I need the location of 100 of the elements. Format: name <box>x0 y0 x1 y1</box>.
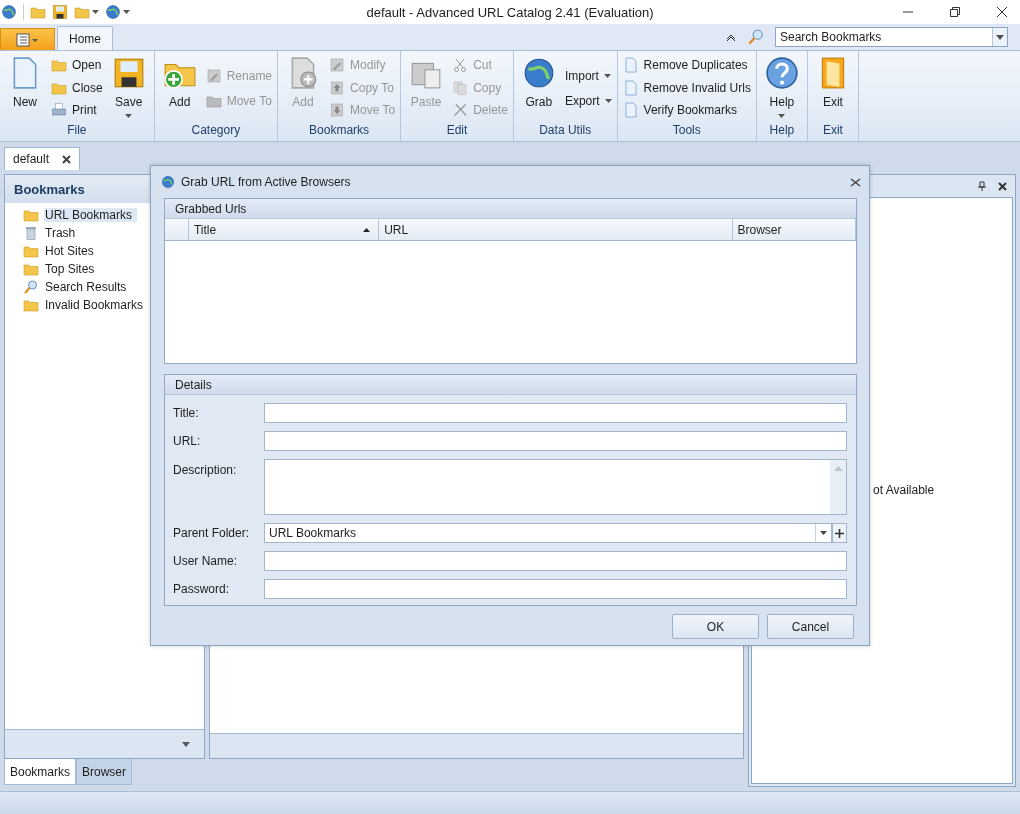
pencil-icon <box>329 57 346 73</box>
group-label: File <box>66 123 88 139</box>
column-header[interactable]: Title <box>188 219 380 240</box>
group-label: Data Utils <box>538 123 593 139</box>
magnifier-icon <box>23 279 39 295</box>
globe-icon <box>161 175 175 189</box>
caret-icon <box>603 74 611 78</box>
ribbon-button[interactable]: Verify Bookmarks <box>622 101 751 119</box>
folder-icon <box>23 297 39 313</box>
dialog-button[interactable]: Cancel <box>767 614 854 639</box>
folder-icon <box>74 4 90 20</box>
scrollbar[interactable] <box>830 460 846 514</box>
folder-icon <box>23 207 39 223</box>
floppy-icon <box>52 4 68 20</box>
ribbon-button[interactable]: Close <box>51 78 103 97</box>
folder-icon <box>23 243 39 259</box>
ribbon-button[interactable]: Open <box>51 56 103 74</box>
question-icon <box>764 56 799 90</box>
panel-tab[interactable]: Browser <box>76 759 133 785</box>
input-field[interactable] <box>264 403 847 423</box>
field-label: Description: <box>173 462 238 477</box>
ribbon-button[interactable]: Help <box>761 54 802 123</box>
tree-item[interactable]: Top Sites <box>23 260 100 278</box>
printer-icon <box>51 102 67 118</box>
group-label: Category <box>190 123 242 139</box>
collapse-ribbon-icon[interactable] <box>725 32 737 42</box>
caret-icon <box>778 114 786 118</box>
folder-icon <box>51 57 67 73</box>
magnifier-icon <box>747 28 765 46</box>
scissors-icon <box>452 57 469 73</box>
group-label: Help <box>768 123 796 139</box>
copy-icon <box>452 79 469 96</box>
caret-icon <box>125 114 133 118</box>
ribbon-button[interactable]: Remove Duplicates <box>622 56 751 74</box>
doc-icon <box>622 102 639 118</box>
preview-message: ot Available <box>873 483 935 497</box>
close-icon[interactable] <box>996 6 1008 18</box>
field-label: User Name: <box>173 554 238 568</box>
globe-icon <box>1 4 17 20</box>
tree-item[interactable]: Trash <box>23 224 81 242</box>
field-label: Parent Folder: <box>173 526 251 540</box>
field-label: Title: <box>173 406 200 420</box>
ribbon-tab[interactable]: Home <box>57 26 113 50</box>
ribbon-button[interactable]: Grab <box>518 54 559 123</box>
folder-icon <box>205 93 222 109</box>
folder-icon <box>23 261 39 277</box>
window-title: default - Advanced URL Catalog 2.41 (Evaluation) <box>366 4 654 20</box>
app-menu-button[interactable] <box>0 28 55 50</box>
arrow-up-icon <box>329 79 346 96</box>
doc-icon <box>622 57 639 73</box>
column-header[interactable]: URL <box>379 219 733 240</box>
group-header: Grabbed Urls <box>165 199 856 219</box>
group-label: Edit <box>445 123 469 139</box>
caret-icon <box>604 99 612 103</box>
dropdown-icon[interactable] <box>182 741 190 747</box>
field-label: Password: <box>173 582 231 596</box>
ribbon-button[interactable]: Remove Invalid Urls <box>622 78 751 97</box>
panel-tab[interactable]: Bookmarks <box>4 759 77 785</box>
group-label: Exit <box>821 123 844 139</box>
dropdown-icon[interactable] <box>996 34 1004 40</box>
plus-icon <box>835 528 844 538</box>
menu-icon <box>15 32 40 47</box>
column-header[interactable]: Browser <box>732 219 856 240</box>
restore-icon[interactable] <box>949 6 961 18</box>
search-combo[interactable]: Search Bookmarks <box>775 27 1008 47</box>
dropdown-icon[interactable] <box>820 531 827 535</box>
input-field[interactable] <box>264 551 847 571</box>
globe-icon <box>105 4 121 20</box>
pin-icon[interactable] <box>978 181 986 191</box>
cross-icon <box>452 102 469 118</box>
tree-item[interactable]: Hot Sites <box>23 242 99 260</box>
input-field[interactable] <box>264 579 847 599</box>
folder-icon <box>30 4 46 20</box>
ribbon-button[interactable]: Exit <box>812 54 853 123</box>
pencil-icon <box>205 68 222 84</box>
ribbon-button[interactable]: Import <box>564 67 612 85</box>
document-tab[interactable]: default <box>4 147 81 170</box>
ribbon-button[interactable]: Add <box>159 54 200 123</box>
field-label: URL: <box>173 434 202 448</box>
close-icon[interactable] <box>850 177 861 187</box>
tree-item[interactable]: Search Results <box>23 278 132 296</box>
tree-item[interactable]: Invalid Bookmarks <box>23 296 149 314</box>
ribbon-button[interactable]: Save <box>108 54 149 123</box>
doc-icon <box>622 79 639 96</box>
close-icon[interactable] <box>998 181 1007 191</box>
dialog-button[interactable]: OK <box>672 614 759 639</box>
arrow-down-icon <box>329 102 346 118</box>
group-label: Tools <box>671 123 702 139</box>
ribbon-button[interactable]: New <box>5 54 45 123</box>
input-field[interactable] <box>264 431 847 451</box>
ribbon-button[interactable]: Export <box>564 92 612 110</box>
ribbon-button[interactable]: Print <box>51 101 103 119</box>
group-label: Bookmarks <box>308 123 371 139</box>
close-icon[interactable] <box>62 154 72 164</box>
caret-icon[interactable] <box>123 10 130 14</box>
caret-icon[interactable] <box>92 10 99 14</box>
combo-field[interactable]: URL Bookmarks <box>264 523 832 543</box>
trash-icon <box>23 225 39 241</box>
add-folder-button[interactable] <box>832 523 847 543</box>
group-header: Details <box>165 375 856 395</box>
